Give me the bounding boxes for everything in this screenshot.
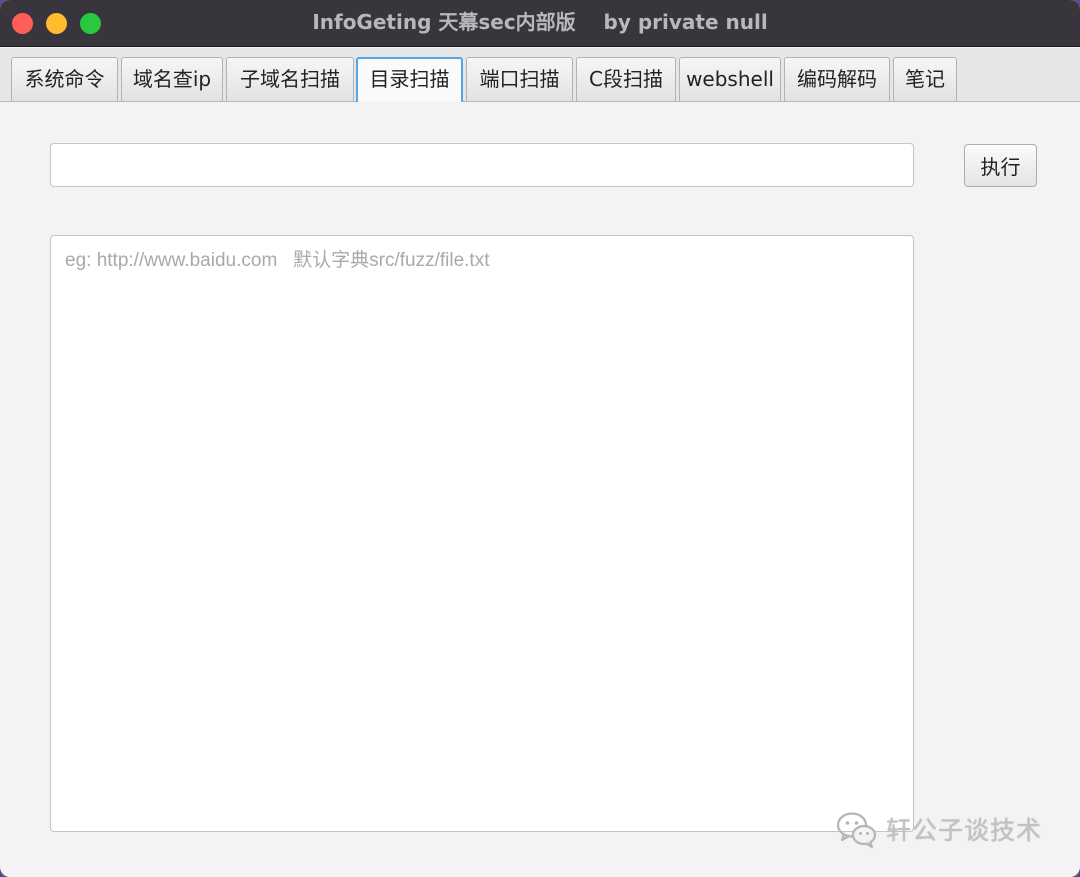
window-title: InfoGeting 天幕sec内部版 by private null <box>312 10 768 34</box>
tab-notes[interactable]: 笔记 <box>893 57 957 101</box>
execute-button[interactable]: 执行 <box>964 144 1037 187</box>
watermark: 轩公子谈技术 <box>836 809 1042 849</box>
tab-c-segment-scan[interactable]: C段扫描 <box>576 57 676 101</box>
watermark-text: 轩公子谈技术 <box>886 816 1043 845</box>
tab-port-scan[interactable]: 端口扫描 <box>466 57 573 101</box>
tab-encode-decode[interactable]: 编码解码 <box>784 57 890 101</box>
tab-domain-ip-lookup[interactable]: 域名查ip <box>121 57 223 101</box>
app-window: InfoGeting 天幕sec内部版 by private null 系统命令… <box>0 0 1080 877</box>
target-url-input[interactable] <box>50 143 914 187</box>
tab-system-command[interactable]: 系统命令 <box>11 57 118 101</box>
tab-directory-scan[interactable]: 目录扫描 <box>356 57 463 102</box>
title-bar[interactable]: InfoGeting 天幕sec内部版 by private null <box>0 0 1080 47</box>
tab-bar: 系统命令 域名查ip 子域名扫描 目录扫描 端口扫描 C段扫描 webshell… <box>0 48 1080 102</box>
output-textarea[interactable] <box>50 235 914 832</box>
wechat-icon <box>836 812 877 849</box>
tab-webshell[interactable]: webshell <box>679 57 781 101</box>
tab-subdomain-scan[interactable]: 子域名扫描 <box>226 57 354 101</box>
